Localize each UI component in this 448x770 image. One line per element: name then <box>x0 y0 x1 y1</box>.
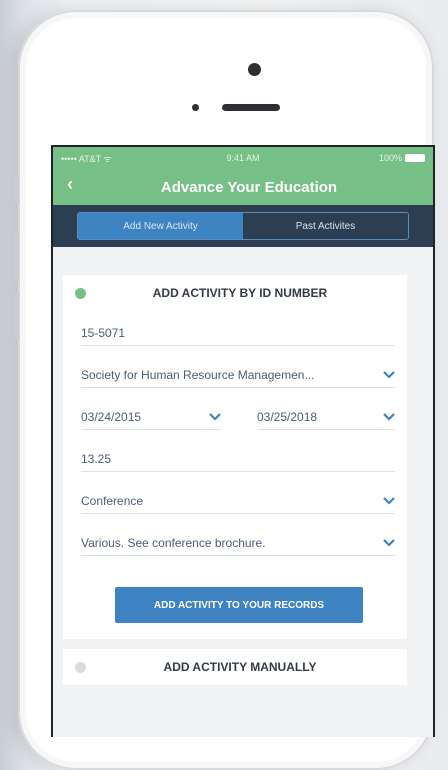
status-dot-icon <box>75 661 86 673</box>
chevron-down-icon <box>381 368 395 382</box>
segment-bar: Add New Activity Past Activites <box>53 205 433 247</box>
location-value: Various. See conference brochure. <box>81 536 266 550</box>
add-manually-header[interactable]: ADD ACTIVITY MANUALLY <box>63 649 407 685</box>
add-to-records-button[interactable]: ADD ACTIVITY TO YOUR RECORDS <box>115 587 363 623</box>
add-manually-title: ADD ACTIVITY MANUALLY <box>163 660 317 674</box>
front-camera <box>248 63 261 76</box>
status-dot-icon <box>75 287 86 299</box>
start-date-value: 03/24/2015 <box>81 410 142 424</box>
add-by-id-header[interactable]: ADD ACTIVITY BY ID NUMBER <box>63 275 407 311</box>
volume-down-button <box>14 292 19 340</box>
id-number-field[interactable]: 15-5071 <box>81 321 395 346</box>
activity-type-select[interactable]: Conference <box>81 489 395 514</box>
back-chevron-icon[interactable]: ‹ <box>67 174 73 195</box>
page-title: Advance Your Education <box>160 178 338 196</box>
end-date-select[interactable]: 03/25/2018 <box>257 405 395 430</box>
status-time: 9:41 AM <box>226 153 260 163</box>
earpiece-speaker <box>222 104 280 111</box>
mute-switch <box>14 175 19 205</box>
activity-type-value: Conference <box>81 494 144 508</box>
organization-value: Society for Human Resource Managemen... <box>81 368 315 382</box>
location-select[interactable]: Various. See conference brochure. <box>81 531 395 556</box>
end-date-value: 03/25/2018 <box>257 410 318 424</box>
tab-add-new-activity[interactable]: Add New Activity <box>78 213 243 239</box>
tab-past-activities[interactable]: Past Activites <box>243 213 408 239</box>
chevron-down-icon <box>381 536 395 550</box>
app-screen: ••••• AT&T ᯤ 9:41 AM 100% ‹ Advance Your… <box>51 145 435 737</box>
add-manually-card[interactable]: ADD ACTIVITY MANUALLY <box>63 649 407 685</box>
chevron-down-icon <box>381 494 395 508</box>
proximity-sensor <box>192 104 199 111</box>
segmented-control: Add New Activity Past Activites <box>77 212 409 240</box>
add-by-id-card: ADD ACTIVITY BY ID NUMBER 15-5071 Societ… <box>63 275 407 639</box>
chevron-down-icon <box>207 410 221 424</box>
add-by-id-title: ADD ACTIVITY BY ID NUMBER <box>152 286 328 300</box>
id-number-value: 15-5071 <box>81 326 126 340</box>
status-bar: ••••• AT&T ᯤ 9:41 AM 100% <box>53 147 433 169</box>
start-date-select[interactable]: 03/24/2015 <box>81 405 221 430</box>
volume-up-button <box>14 232 19 280</box>
nav-bar: ‹ Advance Your Education <box>53 169 433 205</box>
credits-value: 13.25 <box>81 452 112 466</box>
chevron-down-icon <box>381 410 395 424</box>
credits-field[interactable]: 13.25 <box>81 447 395 472</box>
organization-select[interactable]: Society for Human Resource Managemen... <box>81 363 395 388</box>
